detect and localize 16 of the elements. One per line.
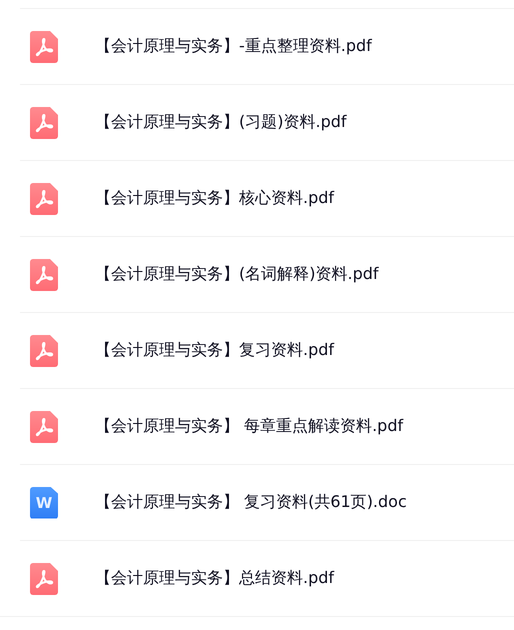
pdf-file-icon <box>30 106 58 138</box>
word-file-icon: W <box>30 486 58 518</box>
file-name-link[interactable]: 【会计原理与实务】(习题)资料.pdf <box>95 112 347 133</box>
pdf-file-icon <box>30 30 58 62</box>
file-name-link[interactable]: 【会计原理与实务】核心资料.pdf <box>95 188 334 209</box>
file-name-link[interactable]: 【会计原理与实务】 每章重点解读资料.pdf <box>95 416 404 437</box>
pdf-file-icon <box>30 182 58 214</box>
pdf-file-icon <box>30 258 58 290</box>
file-name-link[interactable]: 【会计原理与实务】 复习资料(共61页).doc <box>95 492 407 513</box>
file-name-link[interactable]: 【会计原理与实务】(名词解释)资料.pdf <box>95 264 379 285</box>
file-name-link[interactable]: 【会计原理与实务】总结资料.pdf <box>95 568 334 589</box>
file-name-link[interactable]: 【会计原理与实务】-重点整理资料.pdf <box>95 36 372 57</box>
pdf-file-icon <box>30 410 58 442</box>
pdf-file-icon <box>30 334 58 366</box>
file-name-link[interactable]: 【会计原理与实务】复习资料.pdf <box>95 340 334 361</box>
pdf-file-icon <box>30 562 58 594</box>
